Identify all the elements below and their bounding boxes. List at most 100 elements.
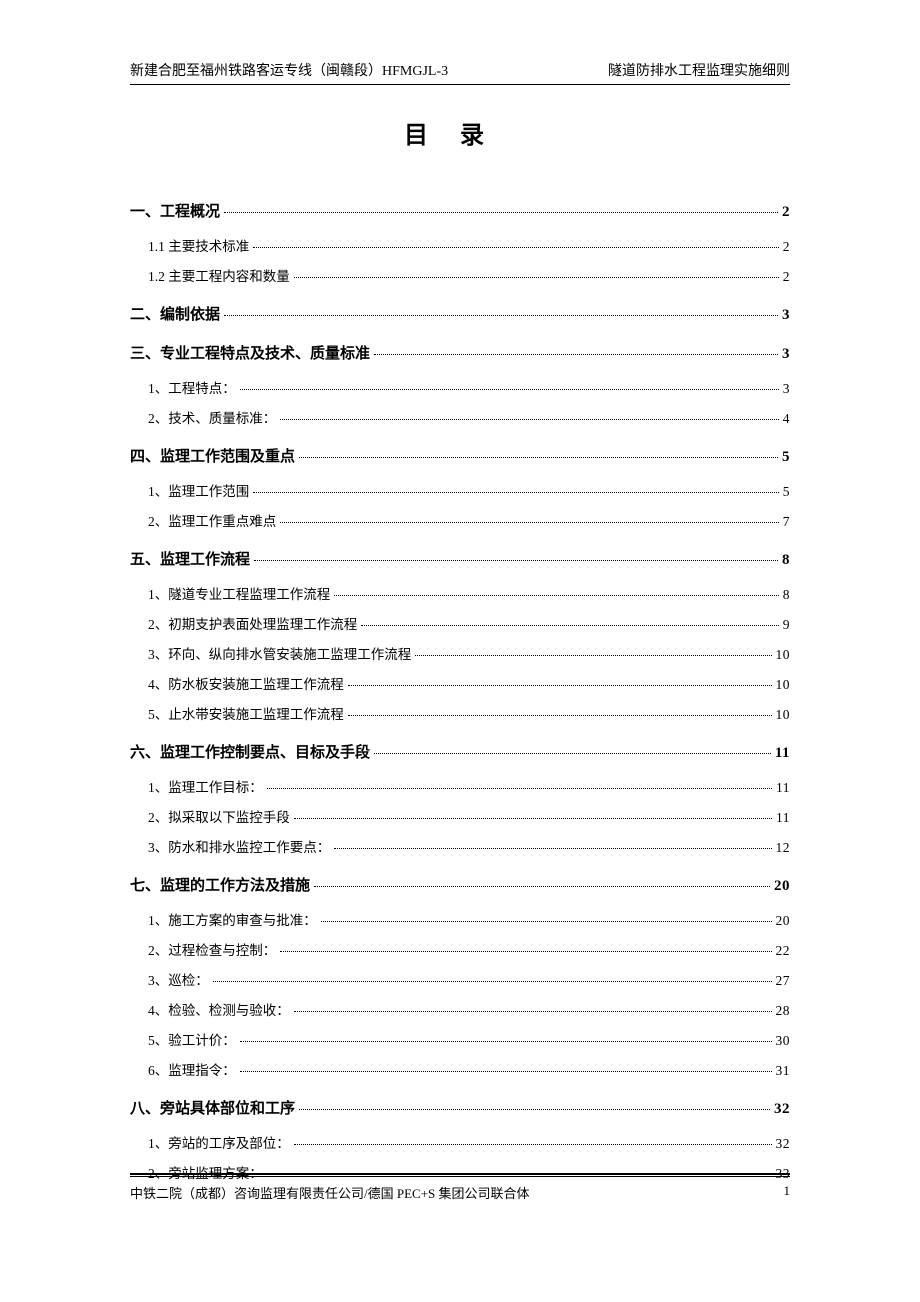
toc-page-number: 10 [776, 677, 791, 693]
toc-label: 四、监理工作范围及重点 [130, 445, 295, 466]
toc-label: 2、拟采取以下监控手段 [148, 806, 290, 826]
toc-label: 三、专业工程特点及技术、质量标准 [130, 342, 370, 363]
toc-entry: 1、监理工作目标： 11 [148, 776, 790, 796]
toc-entry: 3、环向、纵向排水管安装施工监理工作流程 10 [148, 643, 790, 663]
toc-entry: 二、编制依据 3 [130, 303, 790, 324]
toc-leader-dots [224, 212, 778, 213]
toc-entry: 3、巡检： 27 [148, 969, 790, 989]
toc-label: 3、环向、纵向排水管安装施工监理工作流程 [148, 643, 411, 663]
toc-leader-dots [224, 315, 778, 316]
toc-entry: 6、监理指令： 31 [148, 1059, 790, 1079]
toc-leader-dots [321, 921, 772, 922]
toc-leader-dots [280, 419, 779, 420]
toc-entry: 2、初期支护表面处理监理工作流程 9 [148, 613, 790, 633]
toc-label: 4、检验、检测与验收： [148, 999, 290, 1019]
toc-entry: 1.2 主要工程内容和数量 2 [148, 265, 790, 285]
toc-label: 1、施工方案的审查与批准： [148, 909, 317, 929]
toc-leader-dots [294, 1011, 772, 1012]
toc-entry: 4、检验、检测与验收： 28 [148, 999, 790, 1019]
toc-label: 六、监理工作控制要点、目标及手段 [130, 741, 370, 762]
footer-page-number: 1 [784, 1183, 791, 1202]
toc-leader-dots [334, 848, 771, 849]
toc-entry: 4、防水板安装施工监理工作流程 10 [148, 673, 790, 693]
table-of-contents: 一、工程概况2 1.1 主要技术标准 2 1.2 主要工程内容和数量 2 二、编制依据 3 三… [130, 200, 790, 1182]
page-title: 目录 [130, 115, 790, 150]
toc-entry: 1、监理工作范围5 [148, 480, 790, 500]
toc-label: 1、旁站的工序及部位： [148, 1132, 290, 1152]
toc-page-number: 12 [776, 840, 791, 856]
toc-page-number: 28 [776, 1003, 791, 1019]
toc-page-number: 10 [776, 647, 791, 663]
toc-leader-dots [240, 1041, 772, 1042]
toc-label: 2、技术、质量标准： [148, 407, 276, 427]
toc-label: 1、隧道专业工程监理工作流程 [148, 583, 330, 603]
toc-label: 3、防水和排水监控工作要点： [148, 836, 330, 856]
toc-label: 1.2 主要工程内容和数量 [148, 265, 290, 285]
toc-entry: 一、工程概况2 [130, 200, 790, 221]
toc-page-number: 8 [783, 587, 790, 603]
toc-label: 八、旁站具体部位和工序 [130, 1097, 295, 1118]
toc-entry: 七、监理的工作方法及措施20 [130, 874, 790, 895]
toc-label: 3、巡检： [148, 969, 209, 989]
toc-page-number: 30 [776, 1033, 791, 1049]
toc-label: 4、防水板安装施工监理工作流程 [148, 673, 344, 693]
toc-entry: 5、止水带安装施工监理工作流程 10 [148, 703, 790, 723]
toc-entry: 2、技术、质量标准： 4 [148, 407, 790, 427]
toc-page-number: 3 [783, 381, 790, 397]
toc-page-number: 32 [774, 1101, 790, 1118]
toc-label: 5、验工计价： [148, 1029, 236, 1049]
toc-page-number: 22 [776, 943, 791, 959]
toc-page-number: 5 [782, 449, 790, 466]
toc-leader-dots [280, 951, 771, 952]
toc-label: 6、监理指令： [148, 1059, 236, 1079]
toc-label: 5、止水带安装施工监理工作流程 [148, 703, 344, 723]
footer-rule [130, 1173, 790, 1177]
toc-leader-dots [348, 685, 772, 686]
toc-page-number: 2 [783, 239, 790, 255]
toc-page-number: 7 [783, 514, 790, 530]
toc-page-number: 20 [776, 913, 791, 929]
toc-entry: 2、拟采取以下监控手段 11 [148, 806, 790, 826]
toc-leader-dots [374, 753, 771, 754]
toc-page-number: 10 [776, 707, 791, 723]
toc-entry: 2、过程检查与控制：22 [148, 939, 790, 959]
toc-page-number: 4 [783, 411, 790, 427]
toc-label: 2、初期支护表面处理监理工作流程 [148, 613, 357, 633]
toc-leader-dots [253, 492, 779, 493]
toc-page-number: 11 [776, 810, 790, 826]
toc-page-number: 2 [783, 269, 790, 285]
page-header: 新建合肥至福州铁路客运专线（闽赣段）HFMGJL-3 隧道防排水工程监理实施细则 [130, 60, 790, 85]
toc-entry: 5、验工计价： 30 [148, 1029, 790, 1049]
toc-page-number: 5 [783, 484, 790, 500]
toc-leader-dots [334, 595, 779, 596]
toc-label: 1.1 主要技术标准 [148, 235, 249, 255]
toc-page-number: 20 [774, 878, 790, 895]
toc-entry: 2、监理工作重点难点 7 [148, 510, 790, 530]
toc-page-number: 3 [782, 307, 790, 324]
toc-label: 1、监理工作目标： [148, 776, 263, 796]
toc-leader-dots [267, 788, 772, 789]
toc-page-number: 11 [775, 745, 790, 762]
toc-leader-dots [213, 981, 772, 982]
toc-leader-dots [374, 354, 778, 355]
toc-entry: 五、监理工作流程 8 [130, 548, 790, 569]
toc-label: 二、编制依据 [130, 303, 220, 324]
toc-entry: 1、隧道专业工程监理工作流程 8 [148, 583, 790, 603]
toc-label: 2、监理工作重点难点 [148, 510, 276, 530]
toc-page-number: 8 [782, 552, 790, 569]
toc-label: 五、监理工作流程 [130, 548, 250, 569]
toc-page-number: 27 [776, 973, 791, 989]
toc-leader-dots [294, 1144, 772, 1145]
toc-page-number: 32 [776, 1136, 791, 1152]
toc-leader-dots [294, 277, 779, 278]
toc-entry: 八、旁站具体部位和工序 32 [130, 1097, 790, 1118]
toc-entry: 1、工程特点：3 [148, 377, 790, 397]
toc-entry: 3、防水和排水监控工作要点： 12 [148, 836, 790, 856]
toc-page-number: 11 [776, 780, 790, 796]
toc-page-number: 31 [776, 1063, 791, 1079]
toc-leader-dots [240, 1071, 772, 1072]
toc-label: 一、工程概况 [130, 200, 220, 221]
toc-entry: 六、监理工作控制要点、目标及手段 11 [130, 741, 790, 762]
toc-leader-dots [361, 625, 779, 626]
toc-page-number: 9 [783, 617, 790, 633]
